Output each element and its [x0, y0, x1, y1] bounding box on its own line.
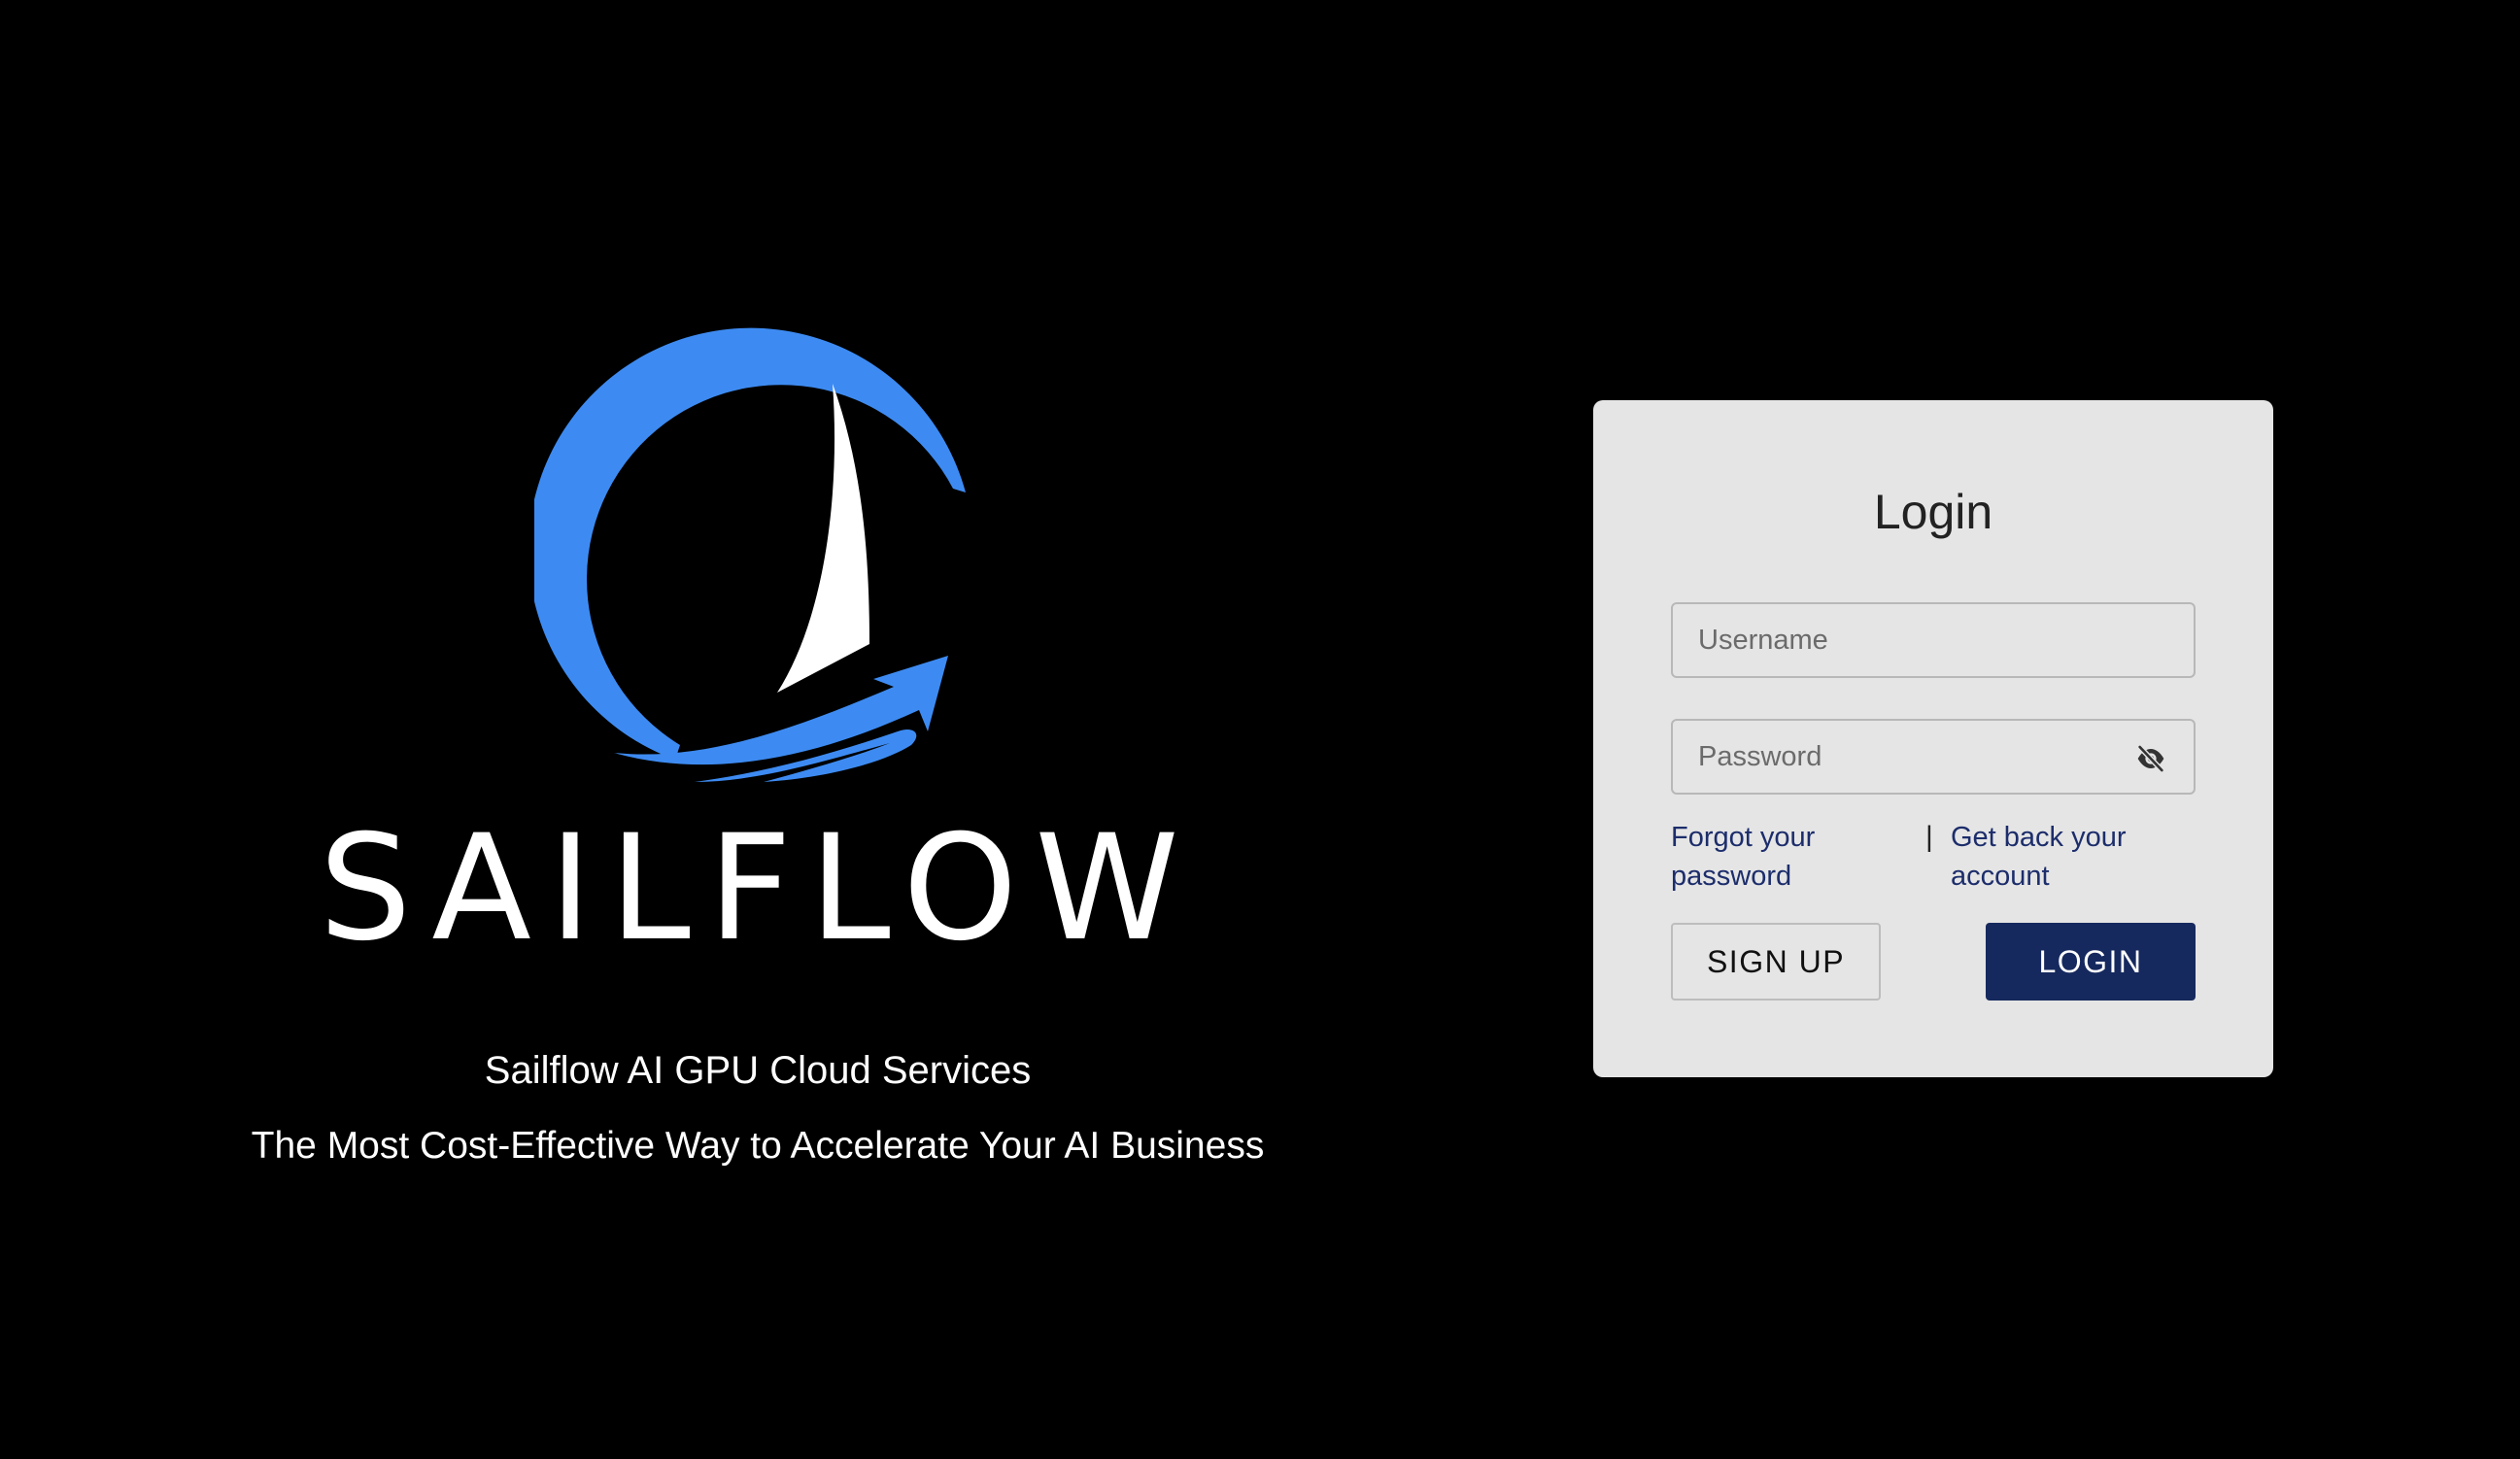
sign-up-button[interactable]: SIGN UP [1671, 923, 1881, 1001]
forgot-password-link[interactable]: Forgot your password [1671, 818, 1894, 896]
tagline-primary: Sailflow AI GPU Cloud Services [484, 1049, 1032, 1092]
username-input[interactable] [1698, 604, 2126, 676]
recover-account-link[interactable]: Get back your account [1951, 818, 2174, 896]
username-field[interactable] [1671, 602, 2196, 678]
sailboat-logo-icon [534, 327, 966, 782]
login-title: Login [1873, 485, 1993, 539]
password-field[interactable] [1671, 719, 2196, 795]
login-card: Login Forgot your password | Get back yo… [1593, 400, 2273, 1077]
account-help-links: Forgot your password | Get back your acc… [1671, 818, 2196, 905]
tagline-secondary: The Most Cost-Effective Way to Accelerat… [251, 1125, 1265, 1167]
link-separator: | [1925, 821, 1933, 853]
brand-wordmark: SAILFLOW [319, 804, 1197, 973]
password-input[interactable] [1698, 721, 2126, 793]
login-button[interactable]: LOGIN [1986, 923, 2196, 1001]
eye-off-icon[interactable] [2135, 743, 2166, 774]
brand-section: SAILFLOW Sailflow AI GPU Cloud Services … [175, 311, 1341, 1205]
login-page: SAILFLOW Sailflow AI GPU Cloud Services … [0, 0, 2520, 1459]
